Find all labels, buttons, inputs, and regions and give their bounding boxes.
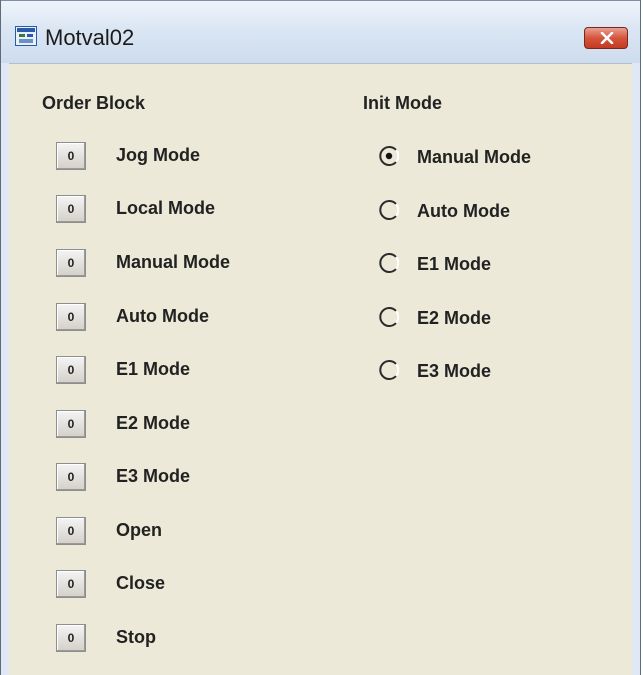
- e2-mode-button[interactable]: 0: [56, 410, 86, 438]
- radio-unselected-icon[interactable]: [379, 360, 399, 380]
- init-e3-mode-label: E3 Mode: [417, 361, 492, 381]
- open-label: Open: [116, 520, 163, 540]
- manual-mode-button[interactable]: 0: [56, 249, 86, 277]
- e3-mode-button[interactable]: 0: [56, 463, 86, 491]
- close-order-button[interactable]: 0: [56, 570, 86, 598]
- app-window-icon: [15, 26, 37, 46]
- motval02-window: Motval02 Order Block 0 Jog Mode 0 Local …: [0, 0, 641, 675]
- radio-selected-icon[interactable]: [379, 146, 399, 166]
- init-manual-mode-label: Manual Mode: [417, 147, 532, 167]
- e2-mode-label: E2 Mode: [116, 413, 191, 433]
- close-button[interactable]: [584, 27, 628, 49]
- e1-mode-button[interactable]: 0: [56, 356, 86, 384]
- open-button[interactable]: 0: [56, 517, 86, 545]
- stop-label: Stop: [116, 627, 156, 647]
- window-title: Motval02: [45, 25, 135, 50]
- radio-unselected-icon[interactable]: [379, 200, 399, 220]
- init-e1-mode-label: E1 Mode: [417, 254, 492, 274]
- radio-unselected-icon[interactable]: [379, 307, 399, 327]
- e3-mode-label: E3 Mode: [116, 466, 191, 486]
- init-e2-mode-label: E2 Mode: [417, 308, 492, 328]
- local-mode-label: Local Mode: [116, 198, 216, 218]
- jog-mode-button[interactable]: 0: [56, 142, 86, 170]
- stop-button[interactable]: 0: [56, 624, 86, 652]
- close-label: Close: [116, 573, 166, 593]
- close-x-icon: [600, 32, 614, 44]
- auto-mode-label: Auto Mode: [116, 306, 209, 326]
- jog-mode-label: Jog Mode: [116, 145, 200, 165]
- auto-mode-button[interactable]: 0: [56, 303, 86, 331]
- init-auto-mode-label: Auto Mode: [417, 201, 510, 221]
- e1-mode-label: E1 Mode: [116, 359, 191, 379]
- local-mode-button[interactable]: 0: [56, 195, 86, 223]
- client-area: Order Block 0 Jog Mode 0 Local Mode 0 Ma…: [9, 63, 632, 675]
- manual-mode-label: Manual Mode: [116, 252, 231, 272]
- order-block-title: Order Block: [42, 93, 146, 113]
- title-bar[interactable]: Motval02: [1, 0, 640, 63]
- radio-unselected-icon[interactable]: [379, 253, 399, 273]
- init-mode-title: Init Mode: [363, 93, 442, 113]
